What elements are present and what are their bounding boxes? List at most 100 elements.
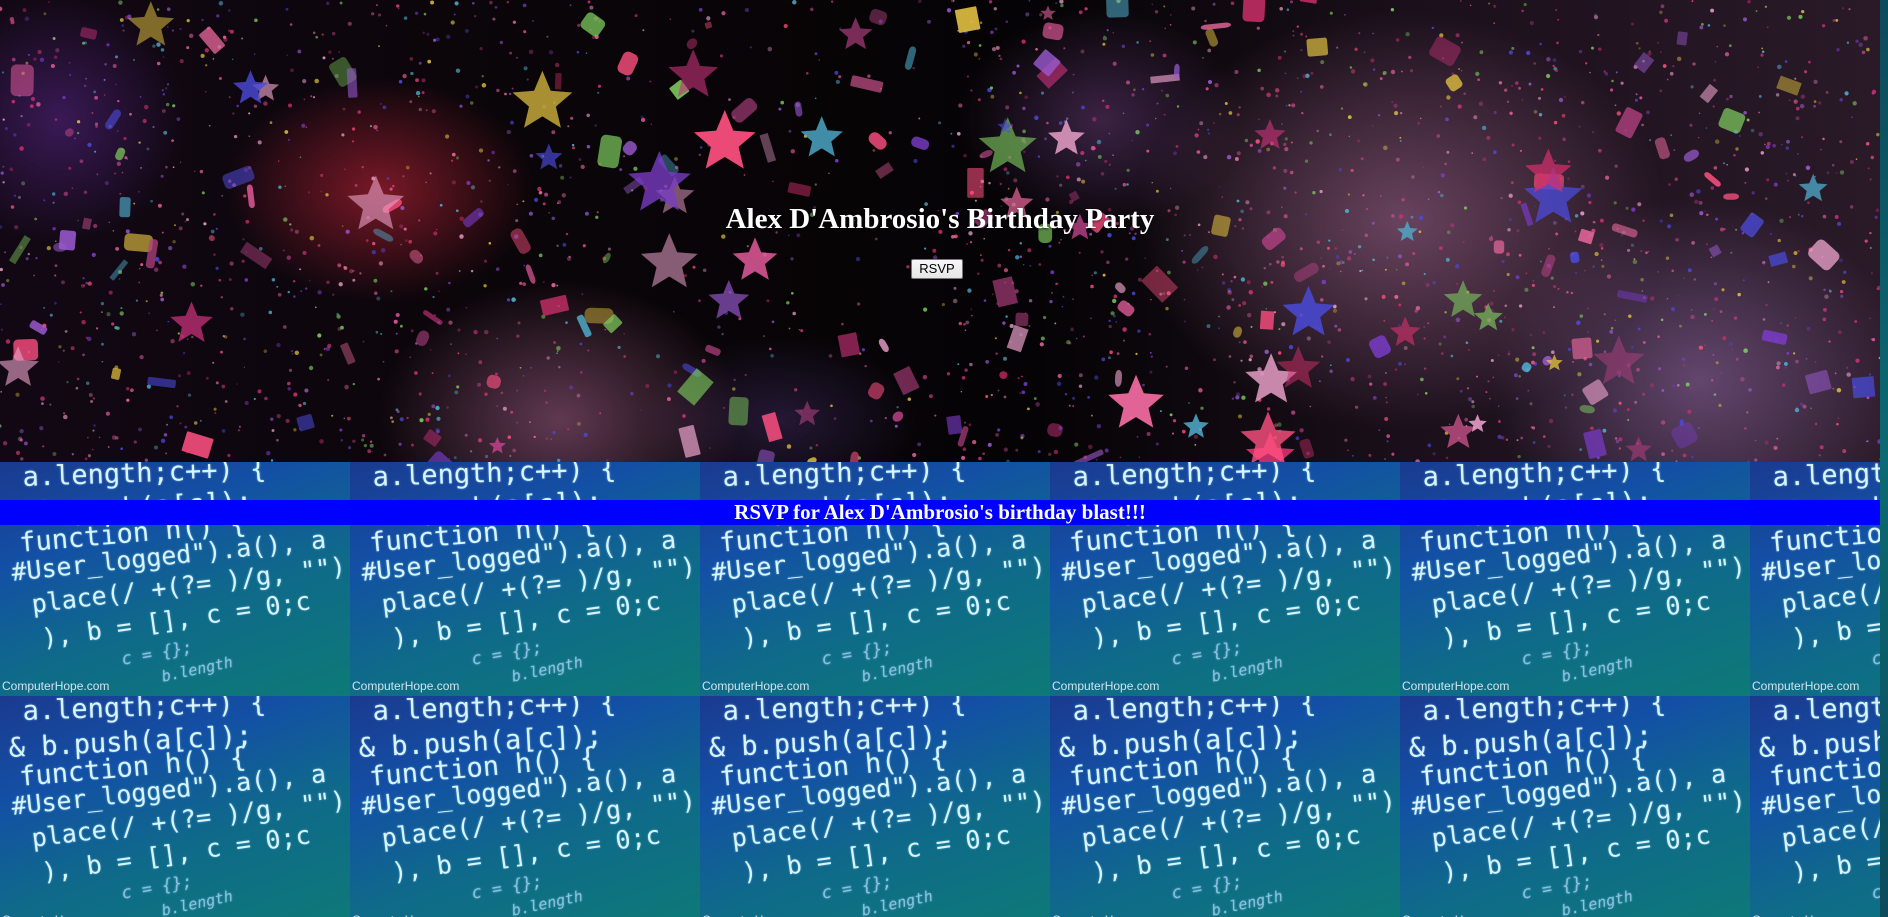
confetti-speck xyxy=(435,428,441,433)
confetti-speck xyxy=(1097,154,1102,159)
confetti-speck xyxy=(1346,256,1352,261)
confetti-speck xyxy=(470,185,476,190)
confetti-speck xyxy=(409,57,414,61)
confetti-speck xyxy=(1283,186,1287,190)
confetti-speck xyxy=(1603,313,1606,316)
confetti-speck xyxy=(1266,407,1271,411)
confetti-speck xyxy=(446,34,451,39)
confetti-speck xyxy=(1794,77,1797,80)
confetti-speck xyxy=(1439,246,1443,250)
confetti-speck xyxy=(1104,159,1108,163)
confetti-speck xyxy=(1201,266,1204,269)
code-tile-text: a.length;c++) {& b.push(a[c]);function h… xyxy=(350,696,700,917)
confetti-speck xyxy=(1538,113,1543,117)
confetti-speck xyxy=(302,250,307,255)
confetti-speck xyxy=(1858,42,1863,48)
confetti-speck xyxy=(1076,337,1078,340)
confetti-speck xyxy=(431,109,436,114)
confetti-speck xyxy=(221,194,224,197)
confetti-speck xyxy=(2,118,5,121)
confetti-speck xyxy=(117,99,120,103)
confetti-speck xyxy=(1616,111,1621,116)
confetti-speck xyxy=(1359,269,1362,273)
confetti-speck xyxy=(1639,96,1643,100)
confetti-speck xyxy=(454,1,459,6)
confetti-speck xyxy=(369,443,374,448)
confetti-speck xyxy=(1420,377,1424,382)
confetti-speck xyxy=(1062,295,1065,298)
confetti-speck xyxy=(177,332,180,335)
confetti-speck xyxy=(1165,306,1169,311)
confetti-speck xyxy=(522,374,525,377)
confetti-speck xyxy=(1591,131,1595,134)
rsvp-button[interactable]: RSVP xyxy=(911,259,963,279)
confetti-star xyxy=(233,70,268,104)
confetti-speck xyxy=(343,417,346,420)
confetti-speck xyxy=(1076,177,1081,182)
confetti-speck xyxy=(994,337,997,340)
confetti-speck xyxy=(425,181,427,184)
confetti-speck xyxy=(1181,249,1184,252)
confetti-star xyxy=(1040,5,1056,21)
code-tile-text: a.length;c++) {& b.push(a[c]);function h… xyxy=(1050,462,1400,696)
confetti-speck xyxy=(1618,437,1623,442)
confetti-speck xyxy=(301,123,306,128)
confetti-speck xyxy=(642,29,645,32)
confetti-speck xyxy=(1226,305,1231,310)
confetti-speck xyxy=(1660,4,1665,9)
confetti-speck xyxy=(562,243,567,247)
confetti-speck xyxy=(1436,134,1441,138)
confetti-speck xyxy=(544,192,549,197)
confetti-speck xyxy=(405,239,408,242)
confetti-speck xyxy=(1511,328,1515,332)
confetti-speck xyxy=(952,0,955,2)
confetti-speck xyxy=(1106,260,1110,265)
confetti-piece xyxy=(705,344,721,356)
confetti-speck xyxy=(1533,62,1536,65)
confetti-speck xyxy=(466,180,471,186)
confetti-speck xyxy=(253,53,256,55)
confetti-speck xyxy=(1618,447,1622,450)
confetti-speck xyxy=(978,58,981,60)
confetti-speck xyxy=(1455,264,1460,269)
confetti-speck xyxy=(869,419,873,423)
confetti-speck xyxy=(361,433,366,438)
confetti-piece xyxy=(486,374,501,389)
confetti-speck xyxy=(587,0,591,4)
confetti-speck xyxy=(649,80,652,83)
confetti-speck xyxy=(1567,347,1572,352)
confetti-speck xyxy=(1399,140,1402,142)
confetti-speck xyxy=(506,1,509,4)
confetti-speck xyxy=(10,20,15,25)
confetti-speck xyxy=(1600,259,1603,261)
confetti-star xyxy=(1440,413,1477,448)
confetti-speck xyxy=(1855,158,1858,160)
confetti-speck xyxy=(1171,432,1175,435)
code-tile-text: a.length;c++) {& b.push(a[c]);function h… xyxy=(1050,696,1400,917)
confetti-speck xyxy=(1713,308,1715,310)
confetti-speck xyxy=(1115,321,1118,323)
confetti-star xyxy=(170,301,213,342)
confetti-speck xyxy=(965,320,970,325)
confetti-speck xyxy=(1627,248,1631,252)
confetti-speck xyxy=(1764,440,1769,445)
confetti-speck xyxy=(1191,6,1196,11)
confetti-speck xyxy=(1102,42,1106,46)
confetti-speck xyxy=(1719,310,1723,314)
confetti-speck xyxy=(1704,313,1707,316)
confetti-speck xyxy=(312,31,316,35)
confetti-speck xyxy=(1281,322,1286,327)
confetti-piece xyxy=(1569,251,1580,264)
confetti-speck xyxy=(1381,294,1386,299)
confetti-speck xyxy=(1777,64,1782,70)
confetti-speck xyxy=(1515,357,1520,362)
confetti-speck xyxy=(805,71,809,75)
confetti-speck xyxy=(1722,336,1727,341)
confetti-speck xyxy=(271,429,275,432)
confetti-speck xyxy=(496,337,499,340)
confetti-speck xyxy=(988,0,993,4)
confetti-speck xyxy=(1721,288,1725,292)
confetti-speck xyxy=(1394,368,1398,371)
confetti-speck xyxy=(1319,380,1321,383)
confetti-speck xyxy=(93,424,96,427)
